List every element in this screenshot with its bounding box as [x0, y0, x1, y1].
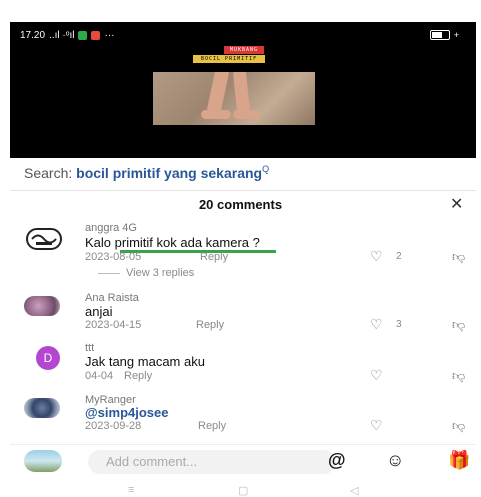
dislike-icon[interactable]: 👎︎: [452, 368, 465, 384]
comment-text: Jak tang macam aku: [85, 354, 205, 369]
avatar[interactable]: [24, 398, 60, 418]
app-notification-icon: [78, 31, 88, 40]
comment-mention[interactable]: @simp4josee: [85, 405, 169, 420]
comment-username[interactable]: anggra 4G: [85, 222, 137, 234]
search-prefix: Search:: [24, 165, 77, 181]
avatar[interactable]: [26, 228, 62, 250]
heart-icon[interactable]: ♡: [370, 316, 383, 333]
dislike-icon[interactable]: 👎︎: [452, 418, 465, 434]
status-time: 17.20: [20, 30, 46, 41]
comment-date: 2023-09-28: [85, 420, 142, 432]
foot-shape-2: [233, 110, 261, 119]
like-count: 2: [396, 251, 402, 262]
comment-text: anjai: [85, 304, 113, 319]
halal-logo-icon: [31, 234, 57, 245]
user-avatar[interactable]: [24, 450, 62, 472]
avatar[interactable]: [24, 296, 60, 316]
avatar-letter[interactable]: D: [36, 346, 60, 370]
comment-username[interactable]: Ana Raista: [85, 292, 139, 304]
mention-icon[interactable]: @: [328, 450, 346, 471]
heart-icon[interactable]: ♡: [370, 417, 383, 434]
heart-icon[interactable]: ♡: [370, 248, 383, 265]
view-replies-link[interactable]: View 3 replies: [98, 267, 194, 279]
app-frame: 17.20 ..ıl ·ᵒıl ··· + MUKBANG BOCIL PRIM…: [0, 0, 481, 497]
charging-icon: +: [453, 30, 459, 40]
search-query: bocil primitif yang sekarang: [76, 165, 263, 181]
search-suggestion[interactable]: Search: bocil primitif yang sekarangQ: [24, 164, 269, 181]
app-notification-icon-2: [91, 31, 101, 40]
comment-date: 2023-08-05: [85, 251, 142, 263]
reply-button[interactable]: Reply: [196, 319, 224, 331]
battery-icon: [429, 30, 450, 40]
comment-text: Kalo primitif kok ada kamera ?: [85, 235, 260, 250]
status-bar-right: +: [429, 30, 459, 40]
video-tag-mukbang: MUKBANG: [224, 46, 265, 54]
foot-shape: [201, 110, 231, 119]
back-nav-icon[interactable]: ◁: [350, 484, 358, 497]
video-tag-title: BOCIL PRIMITIF: [193, 55, 266, 63]
home-nav-icon[interactable]: ▢: [238, 484, 248, 497]
gift-icon[interactable]: 🎁: [448, 450, 470, 471]
comments-count-title: 20 comments: [198, 197, 283, 212]
highlight-underline: [120, 250, 276, 253]
video-thumbnail[interactable]: [153, 72, 315, 125]
search-icon: Q: [262, 164, 270, 174]
status-bar-left: 17.20 ..ıl ·ᵒıl ···: [20, 30, 114, 41]
comment-date: 04-04: [85, 370, 114, 382]
comment-username[interactable]: ttt: [85, 342, 94, 354]
more-notifications-icon: ···: [104, 30, 115, 41]
menu-nav-icon[interactable]: ≡: [128, 484, 134, 496]
like-count: 3: [396, 319, 402, 330]
divider: [10, 190, 476, 191]
reply-button[interactable]: Reply: [124, 370, 152, 382]
add-comment-input[interactable]: Add comment...: [88, 450, 336, 474]
reply-button[interactable]: Reply: [200, 251, 228, 263]
heart-icon[interactable]: ♡: [370, 367, 383, 384]
comment-date: 2023-04-15: [85, 319, 142, 331]
emoji-icon[interactable]: ☺: [386, 450, 404, 471]
signal-icon: ..ıl ·ᵒıl: [49, 30, 75, 41]
dislike-icon[interactable]: 👎︎: [452, 317, 465, 333]
dislike-icon[interactable]: 👎︎: [452, 249, 465, 265]
reply-button[interactable]: Reply: [198, 420, 226, 432]
close-icon[interactable]: ✕: [450, 194, 463, 214]
